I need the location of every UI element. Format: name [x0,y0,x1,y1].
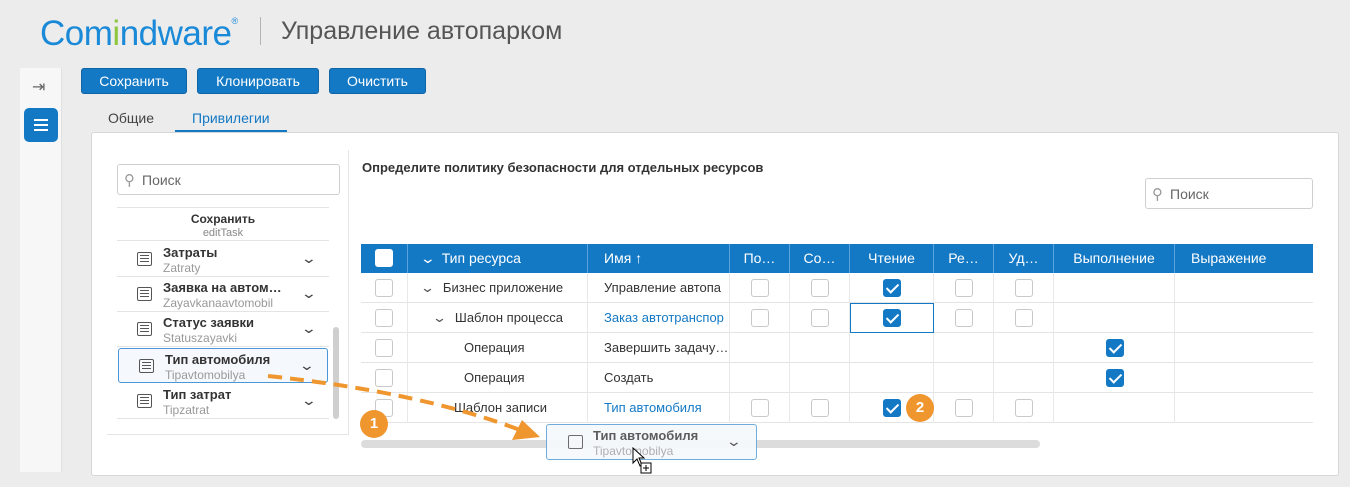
step-badge-2: 2 [906,394,934,422]
drag-arrow [267,374,540,440]
drag-copy-cursor-icon [632,447,652,474]
step-badge-1: 1 [360,410,388,438]
